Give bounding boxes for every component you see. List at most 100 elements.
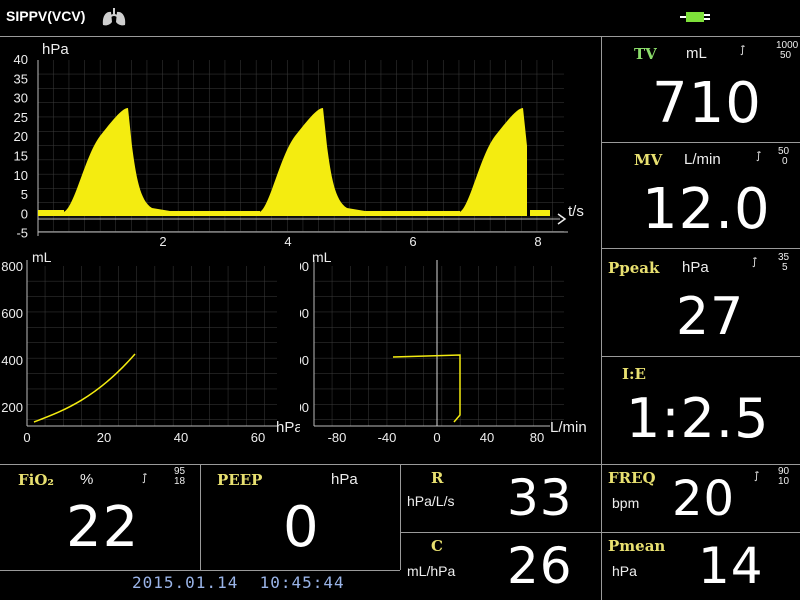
pressure-y-tick-labels: 40 35 30 25 20 15 10 5 0 -5 <box>14 52 28 241</box>
mv-alarm-icon: ∫̑ <box>756 151 762 162</box>
mv-alarm-limits: 50 0 <box>778 146 790 167</box>
volume-pressure-chart: 800 600 400 200 0 20 40 60 mL hPa <box>0 249 303 455</box>
tv-unit: mL <box>686 45 707 62</box>
freq-alarm-icon: ∫̑ <box>754 471 760 482</box>
flow-x-tick: 0 <box>433 430 440 445</box>
c-panel[interactable]: C mL/hPa 26 <box>401 533 601 600</box>
volume-y-tick: 200 <box>1 400 23 415</box>
mv-value: 12.0 <box>642 177 771 242</box>
flow-volume-y-tick: 200 <box>300 400 309 415</box>
flow-volume-chart: 800 600 400 200 -80 -40 0 40 80 mL L/min <box>287 249 600 455</box>
peep-unit: hPa <box>331 471 358 488</box>
time-unit-label: t/s <box>568 203 584 220</box>
pmean-panel[interactable]: Pmean hPa 14 <box>602 533 800 600</box>
r-unit: hPa/L/s <box>407 493 455 509</box>
volume-y-tick-labels: 800 600 400 200 <box>1 259 23 415</box>
pmean-label: Pmean <box>608 537 666 555</box>
lungs-icon <box>100 6 128 33</box>
ppeak-unit: hPa <box>682 259 709 276</box>
footer-divider <box>0 570 400 571</box>
flow-volume-unit-label: mL <box>312 250 332 265</box>
peep-label: PEEP <box>217 471 263 489</box>
pressure-x-tick-labels: 2 4 6 8 <box>159 234 541 249</box>
flow-volume-y-tick: 400 <box>300 353 309 368</box>
pressure-x-tick: 2 <box>159 234 166 249</box>
freq-value: 20 <box>672 471 736 527</box>
loop-pressure-unit-label: hPa <box>276 419 300 436</box>
loop-pressure-x-tick: 60 <box>251 430 265 445</box>
pressure-y-tick: 30 <box>14 91 28 106</box>
ie-label: I:E <box>622 365 646 383</box>
pressure-x-tick: 6 <box>409 234 416 249</box>
r-value: 33 <box>507 469 573 527</box>
fio2-alarm-icon: ∫̑ <box>142 473 148 484</box>
c-label: C <box>431 537 443 555</box>
r-panel[interactable]: R hPa/L/s 33 <box>401 465 601 532</box>
pressure-x-tick-labels-loop: 0 20 40 60 <box>23 430 265 445</box>
ppeak-value: 27 <box>676 287 745 347</box>
pressure-y-tick: 25 <box>14 110 28 125</box>
volume-y-tick: 600 <box>1 306 23 321</box>
fio2-value: 22 <box>66 495 140 560</box>
flow-x-tick: 80 <box>530 430 544 445</box>
r-label: R <box>431 469 444 487</box>
ppeak-alarm-icon: ∫̑ <box>752 257 758 268</box>
flow-x-tick: 40 <box>480 430 494 445</box>
freq-unit: bpm <box>612 495 640 511</box>
mv-unit: L/min <box>684 151 721 168</box>
flow-x-tick: -80 <box>328 430 347 445</box>
c-value: 26 <box>507 537 573 595</box>
flow-unit-label: L/min <box>550 419 587 436</box>
pressure-unit-label: hPa <box>42 41 69 58</box>
pressure-y-tick: 35 <box>14 71 28 86</box>
pressure-y-tick: 15 <box>14 149 28 164</box>
mv-panel[interactable]: MV L/min ∫̑ 50 0 12.0 <box>602 143 800 248</box>
pressure-x-tick: 8 <box>534 234 541 249</box>
mv-label: MV <box>634 151 663 169</box>
volume-y-tick: 800 <box>1 259 23 274</box>
pressure-time-chart: 40 35 30 25 20 15 10 5 0 -5 2 4 6 8 hPa t/s <box>0 36 600 255</box>
pressure-y-tick: 10 <box>14 168 28 183</box>
tv-panel[interactable]: TV mL ∫̑ 1000 50 710 <box>602 37 800 142</box>
ppeak-alarm-limits: 35 5 <box>778 252 790 273</box>
flow-volume-y-tick: 600 <box>300 306 309 321</box>
peep-panel[interactable]: PEEP hPa 0 <box>201 465 400 570</box>
datetime-display: 2015.01.14 10:45:44 <box>132 573 345 592</box>
pmean-unit: hPa <box>612 563 637 579</box>
freq-panel[interactable]: FREQ bpm ∫̑ 90 10 20 <box>602 465 800 532</box>
volume-unit-label: mL <box>32 250 52 265</box>
flow-volume-y-tick-labels: 800 600 400 200 <box>287 259 309 415</box>
tv-label: TV <box>634 45 657 63</box>
pressure-y-tick: 0 <box>21 206 28 221</box>
c-unit: mL/hPa <box>407 563 456 579</box>
loop-pressure-x-tick: 0 <box>23 430 30 445</box>
pressure-y-tick: 5 <box>21 187 28 202</box>
ie-panel[interactable]: I:E 1:2.5 <box>602 357 800 464</box>
peep-value: 0 <box>283 495 320 560</box>
fio2-unit: % <box>80 471 94 488</box>
loop-pressure-x-tick: 20 <box>97 430 111 445</box>
volume-y-tick: 400 <box>1 353 23 368</box>
pressure-y-tick: 20 <box>14 129 28 144</box>
ppeak-panel[interactable]: Ppeak hPa ∫̑ 35 5 27 <box>602 249 800 356</box>
tv-alarm-icon: ∫̑ <box>740 45 746 56</box>
fio2-panel[interactable]: FiO₂ % ∫̑ 95 18 22 <box>0 465 200 570</box>
loop-pressure-x-tick: 40 <box>174 430 188 445</box>
freq-label: FREQ <box>608 469 656 487</box>
mode-label[interactable]: SIPPV(VCV) <box>6 8 85 24</box>
pmean-value: 14 <box>698 537 764 595</box>
ppeak-label: Ppeak <box>608 259 660 277</box>
flow-x-tick: -40 <box>378 430 397 445</box>
fio2-alarm-limits: 95 18 <box>174 466 186 487</box>
pressure-y-tick: 40 <box>14 52 28 67</box>
pressure-x-tick: 4 <box>284 234 291 249</box>
tv-alarm-limits: 1000 50 <box>776 40 799 61</box>
flow-x-tick-labels: -80 -40 0 40 80 <box>328 430 545 445</box>
tv-value: 710 <box>652 71 762 136</box>
ie-value: 1:2.5 <box>626 387 770 450</box>
fio2-label: FiO₂ <box>18 471 54 489</box>
ac-power-plug-icon <box>680 8 712 31</box>
freq-alarm-limits: 90 10 <box>778 466 790 487</box>
flow-volume-y-tick: 800 <box>300 259 309 274</box>
pressure-y-tick: -5 <box>16 226 28 241</box>
